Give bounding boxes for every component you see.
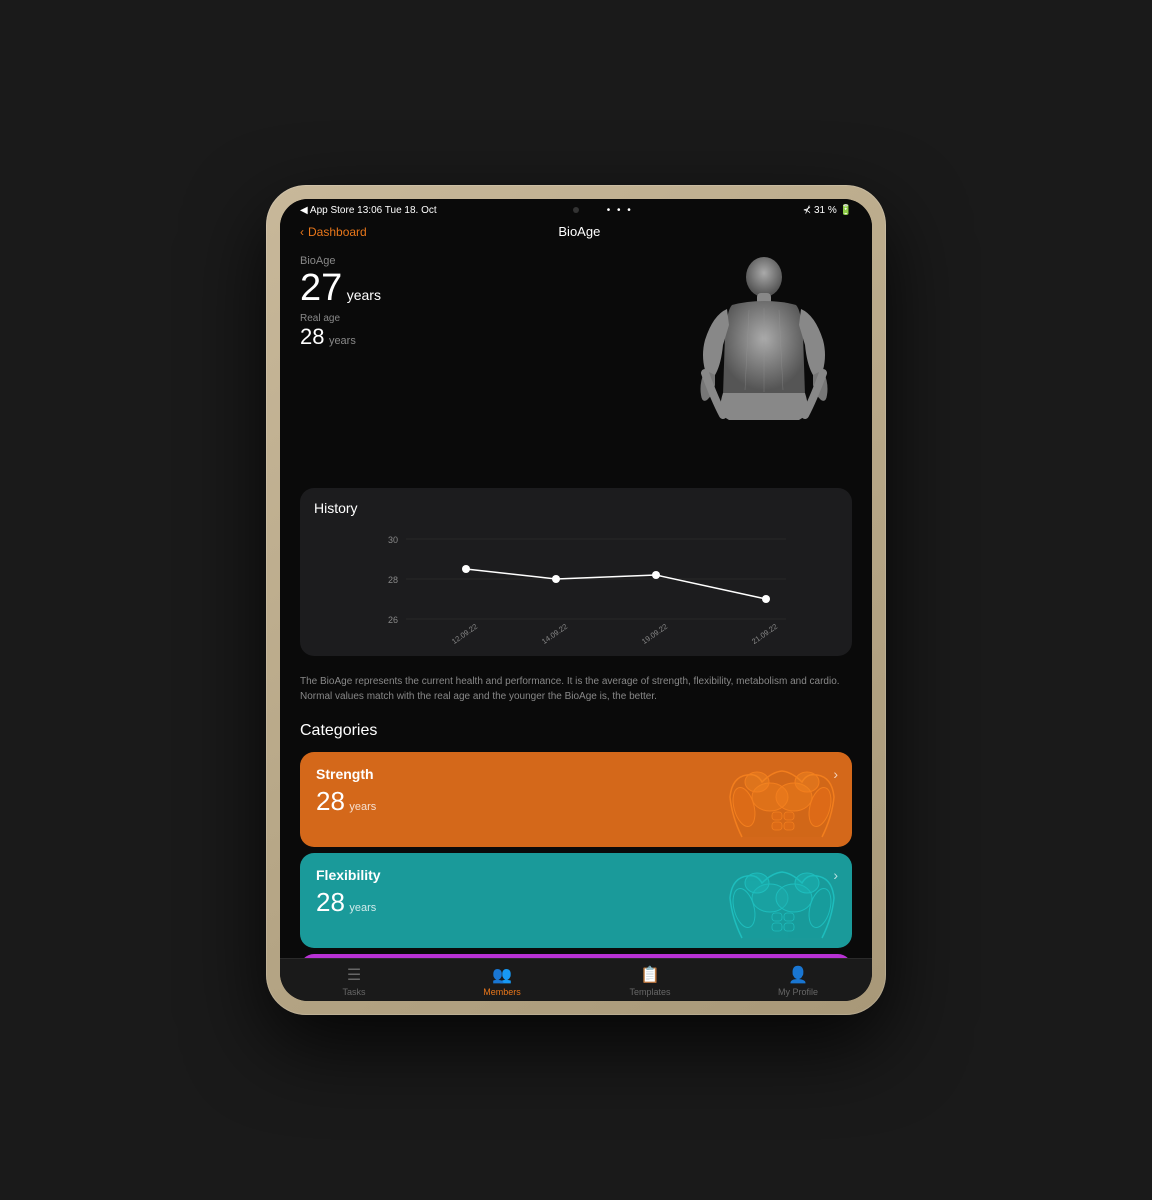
flexibility-muscle-svg: [702, 858, 852, 948]
flexibility-age-value: 28: [316, 887, 345, 917]
metabolism-category-card[interactable]: Metabolism ›: [300, 954, 852, 958]
svg-text:28: 28: [388, 575, 398, 585]
categories-title: Categories: [280, 714, 872, 746]
strength-category-card[interactable]: Strength 28 years ›: [300, 752, 852, 847]
body-silhouette-container: [677, 255, 852, 470]
strength-age-unit: years: [349, 801, 376, 813]
history-chart-svg: 30 28 26: [314, 524, 838, 644]
camera-dot: [573, 207, 579, 213]
tab-members[interactable]: 👥 Members: [472, 965, 532, 997]
device-frame: ◀ App Store 13:06 Tue 18. Oct • • • ⊀ 31…: [266, 185, 886, 1015]
tasks-icon: ☰: [347, 965, 361, 985]
back-label: Dashboard: [308, 225, 367, 239]
tab-my-profile[interactable]: 👤 My Profile: [768, 965, 828, 997]
strength-age-value: 28: [316, 786, 345, 816]
bioage-label: BioAge: [300, 255, 667, 267]
bioage-display: 27 years: [300, 269, 667, 307]
history-title: History: [314, 500, 838, 516]
members-label: Members: [483, 987, 521, 997]
svg-text:14.09.22: 14.09.22: [540, 622, 569, 644]
history-card: History 30 28 26: [300, 488, 852, 656]
tab-tasks[interactable]: ☰ Tasks: [324, 965, 384, 997]
content-scroll[interactable]: BioAge 27 years Real age 28 years: [280, 245, 872, 958]
svg-text:30: 30: [388, 535, 398, 545]
real-age-box: Real age 28 years: [300, 313, 667, 350]
templates-icon: 📋: [640, 965, 660, 985]
svg-text:26: 26: [388, 615, 398, 625]
real-age-value: 28: [300, 324, 324, 349]
svg-text:12.09.22: 12.09.22: [450, 622, 479, 644]
bio-left: BioAge 27 years Real age 28 years: [300, 255, 667, 470]
svg-text:19.09.22: 19.09.22: [640, 622, 669, 644]
flexibility-category-card[interactable]: Flexibility 28 years ›: [300, 853, 852, 948]
bioage-value: 27: [300, 267, 342, 309]
description-text: The BioAge represents the current health…: [280, 664, 872, 714]
real-age-label: Real age: [300, 313, 667, 324]
strength-muscle-svg: [702, 757, 852, 847]
tab-bar: ☰ Tasks 👥 Members 📋 Templates 👤 My Profi…: [280, 958, 872, 1001]
tab-templates[interactable]: 📋 Templates: [620, 965, 680, 997]
tasks-label: Tasks: [342, 987, 365, 997]
nav-header: ‹ Dashboard BioAge: [280, 220, 872, 245]
profile-label: My Profile: [778, 987, 818, 997]
device-screen: ◀ App Store 13:06 Tue 18. Oct • • • ⊀ 31…: [280, 199, 872, 1001]
status-bar-left: ◀ App Store 13:06 Tue 18. Oct: [300, 205, 437, 216]
svg-text:21.09.22: 21.09.22: [750, 622, 779, 644]
profile-icon: 👤: [788, 965, 808, 985]
back-chevron-icon: ‹: [300, 225, 304, 239]
bioage-unit: years: [347, 287, 381, 303]
flexibility-age-unit: years: [349, 902, 376, 914]
top-section: BioAge 27 years Real age 28 years: [280, 245, 872, 480]
page-title: BioAge: [558, 224, 600, 239]
body-silhouette-svg: [677, 255, 852, 470]
status-app-store: ◀ App Store 13:06 Tue 18. Oct: [300, 205, 437, 216]
back-button[interactable]: ‹ Dashboard: [300, 225, 367, 239]
templates-label: Templates: [629, 987, 670, 997]
chart-area: 30 28 26: [314, 524, 838, 644]
real-age-unit: years: [329, 335, 356, 347]
status-bar-right: ⊀ 31 % 🔋: [803, 205, 852, 216]
members-icon: 👥: [492, 965, 512, 985]
status-bar-center: • • •: [607, 205, 633, 216]
real-age-display: 28 years: [300, 324, 667, 350]
